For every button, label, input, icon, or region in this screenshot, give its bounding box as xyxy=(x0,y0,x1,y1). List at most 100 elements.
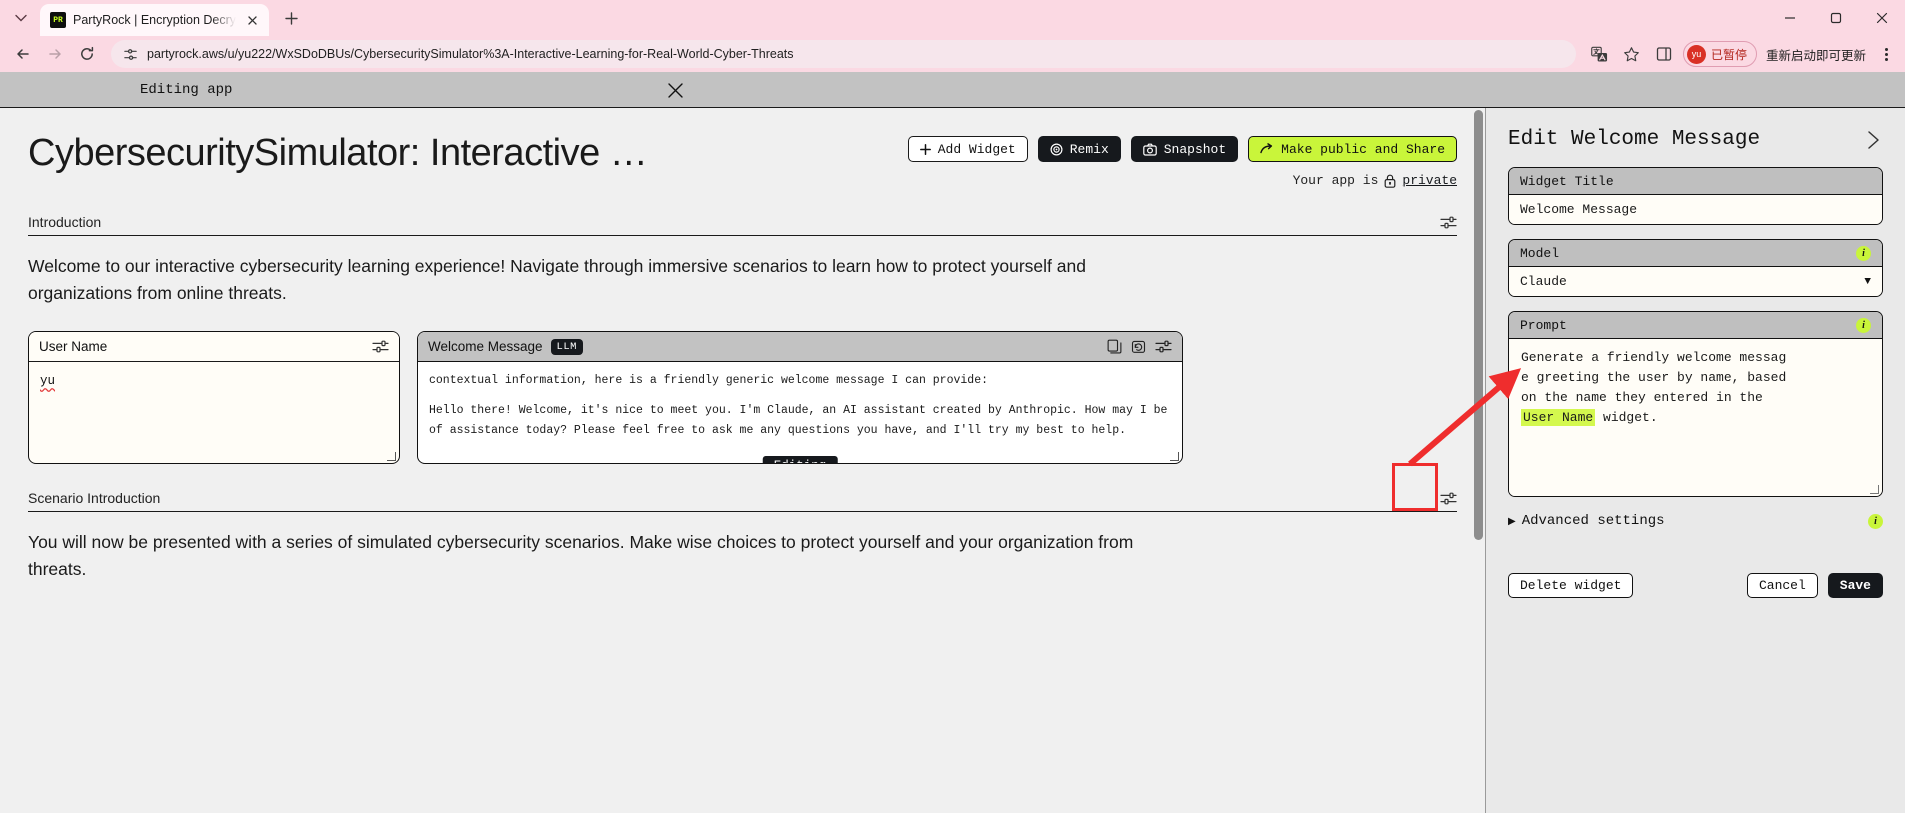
avatar: yu xyxy=(1686,44,1706,64)
tab-search-button[interactable] xyxy=(6,3,36,33)
page-body: CybersecuritySimulator: Interactive … Ad… xyxy=(0,108,1905,813)
tab-title: PartyRock | Encryption Decry xyxy=(73,13,237,27)
sliders-icon[interactable] xyxy=(1155,339,1172,354)
site-settings-icon[interactable] xyxy=(123,47,138,62)
model-select-value: Claude xyxy=(1520,274,1567,289)
model-select[interactable]: Claude ▼ xyxy=(1509,267,1882,296)
widget-user-name-title: User Name xyxy=(39,339,108,355)
tab-strip: PR PartyRock | Encryption Decry xyxy=(0,0,1905,36)
widget-title-input[interactable]: Welcome Message xyxy=(1509,195,1882,224)
scrollbar-thumb[interactable] xyxy=(1474,110,1483,540)
section-body-scenario-introduction: You will now be presented with a series … xyxy=(28,532,1134,580)
save-button[interactable]: Save xyxy=(1827,573,1883,598)
side-panel-icon[interactable] xyxy=(1649,39,1679,69)
make-public-and-share-button[interactable]: Make public and Share xyxy=(1248,136,1457,162)
info-icon[interactable]: i xyxy=(1856,245,1871,261)
app-canvas: CybersecuritySimulator: Interactive … Ad… xyxy=(0,108,1485,813)
app-header: CybersecuritySimulator: Interactive … Ad… xyxy=(28,108,1457,188)
prompt-text-after: widget. xyxy=(1595,409,1658,425)
widget-title-field-label: Widget Title xyxy=(1509,168,1882,195)
sliders-icon[interactable] xyxy=(1440,491,1457,506)
copy-icon[interactable] xyxy=(1107,339,1122,354)
annotation-arrow-icon xyxy=(1408,368,1522,467)
remix-label: Remix xyxy=(1069,141,1109,157)
browser-tab[interactable]: PR PartyRock | Encryption Decry xyxy=(40,4,270,36)
add-widget-button[interactable]: Add Widget xyxy=(907,136,1028,162)
widget-row: User Name yu Welcome Message LLM context… xyxy=(28,331,1457,465)
chevron-right-icon[interactable] xyxy=(1865,129,1883,151)
widget-welcome-message[interactable]: Welcome Message LLM contextual informati… xyxy=(417,331,1183,465)
star-icon[interactable] xyxy=(1617,39,1647,69)
widget-user-name-body[interactable]: yu xyxy=(29,362,399,402)
window-controls xyxy=(1767,0,1905,36)
share-arrow-icon xyxy=(1260,143,1274,155)
app-visibility-prefix: Your app is xyxy=(1292,173,1379,188)
cancel-button[interactable]: Cancel xyxy=(1746,573,1818,598)
panel-header: Edit Welcome Message xyxy=(1508,128,1883,151)
model-field-label: Model xyxy=(1520,245,1560,261)
forward-icon[interactable] xyxy=(40,39,70,69)
info-icon[interactable]: i xyxy=(1856,317,1871,333)
section-title-introduction: Introduction xyxy=(28,214,102,230)
prompt-field-label: Prompt xyxy=(1520,317,1567,333)
prompt-textarea[interactable]: Generate a friendly welcome messag e gre… xyxy=(1509,339,1882,496)
widget-welcome-message-title: Welcome Message xyxy=(428,339,543,355)
browser-toolbar: partyrock.aws/u/yu222/WxSDoDBUs/Cybersec… xyxy=(0,36,1905,72)
profile-button[interactable]: yu 已暂停 xyxy=(1682,41,1757,67)
window-maximize-button[interactable] xyxy=(1813,0,1859,36)
prompt-text-before: Generate a friendly welcome messag e gre… xyxy=(1521,350,1787,405)
header-actions-wrap: Add Widget Remix Snapshot Make public an… xyxy=(907,122,1457,188)
editing-close-icon[interactable] xyxy=(655,72,695,108)
info-icon[interactable]: i xyxy=(1868,513,1883,529)
add-widget-label: Add Widget xyxy=(937,141,1016,157)
edit-widget-panel: Edit Welcome Message Widget Title Welcom… xyxy=(1485,108,1905,813)
header-actions: Add Widget Remix Snapshot Make public an… xyxy=(907,136,1457,162)
plus-icon xyxy=(919,143,931,155)
partyrock-favicon: PR xyxy=(50,12,66,28)
snapshot-button[interactable]: Snapshot xyxy=(1130,136,1239,162)
page-title: CybersecuritySimulator: Interactive … xyxy=(28,132,648,174)
reload-icon[interactable] xyxy=(72,39,102,69)
advanced-settings-label: Advanced settings xyxy=(1521,513,1665,529)
back-icon[interactable] xyxy=(8,39,38,69)
update-button[interactable]: 重新启动即可更新 xyxy=(1759,45,1873,64)
prompt-field: Prompt i Generate a friendly welcome mes… xyxy=(1508,311,1883,497)
snapshot-label: Snapshot xyxy=(1163,141,1227,157)
new-tab-button[interactable] xyxy=(277,4,305,32)
regenerate-icon[interactable] xyxy=(1131,339,1146,354)
editing-app-label: Editing app xyxy=(140,81,233,98)
profile-status-label: 已暂停 xyxy=(1710,47,1747,62)
section-header-introduction: Introduction xyxy=(28,214,1457,236)
resize-handle[interactable] xyxy=(1170,452,1179,462)
advanced-settings-row[interactable]: ▶ Advanced settings i xyxy=(1508,513,1883,529)
section-body-introduction: Welcome to our interactive cybersecurity… xyxy=(28,256,1086,304)
sliders-icon[interactable] xyxy=(1440,215,1457,230)
app-visibility: Your app is private xyxy=(908,173,1457,188)
address-bar[interactable]: partyrock.aws/u/yu222/WxSDoDBUs/Cybersec… xyxy=(111,40,1576,68)
window-close-button[interactable] xyxy=(1859,0,1905,36)
section-title-scenario-introduction: Scenario Introduction xyxy=(28,490,161,507)
user-name-input-value[interactable]: yu xyxy=(40,374,55,388)
more-vertical-icon[interactable] xyxy=(1875,39,1897,69)
widget-user-name[interactable]: User Name yu xyxy=(28,331,400,465)
delete-widget-button[interactable]: Delete widget xyxy=(1508,573,1634,598)
remix-button[interactable]: Remix xyxy=(1037,136,1121,162)
window-minimize-button[interactable] xyxy=(1767,0,1813,36)
panel-title: Edit Welcome Message xyxy=(1508,128,1761,151)
resize-handle[interactable] xyxy=(387,452,396,462)
lock-icon xyxy=(1384,174,1396,188)
model-field-header: Model i xyxy=(1509,240,1882,267)
panel-footer: Delete widget Cancel Save xyxy=(1508,573,1883,598)
editing-app-bar: Editing app xyxy=(0,72,1905,108)
widget-title-field: Widget Title Welcome Message xyxy=(1508,167,1883,225)
resize-handle[interactable] xyxy=(1870,485,1879,494)
welcome-body-line-1: contextual information, here is a friend… xyxy=(429,374,988,388)
chevron-down-icon: ▼ xyxy=(1864,275,1871,288)
editing-tooltip: Editing xyxy=(762,456,838,464)
app-visibility-link[interactable]: private xyxy=(1402,173,1457,188)
sliders-icon[interactable] xyxy=(372,339,389,354)
translate-icon[interactable] xyxy=(1585,39,1615,69)
tab-close-icon[interactable] xyxy=(243,11,261,29)
browser-chrome: PR PartyRock | Encryption Decry partyroc… xyxy=(0,0,1905,72)
widget-welcome-message-header: Welcome Message LLM xyxy=(418,332,1182,363)
